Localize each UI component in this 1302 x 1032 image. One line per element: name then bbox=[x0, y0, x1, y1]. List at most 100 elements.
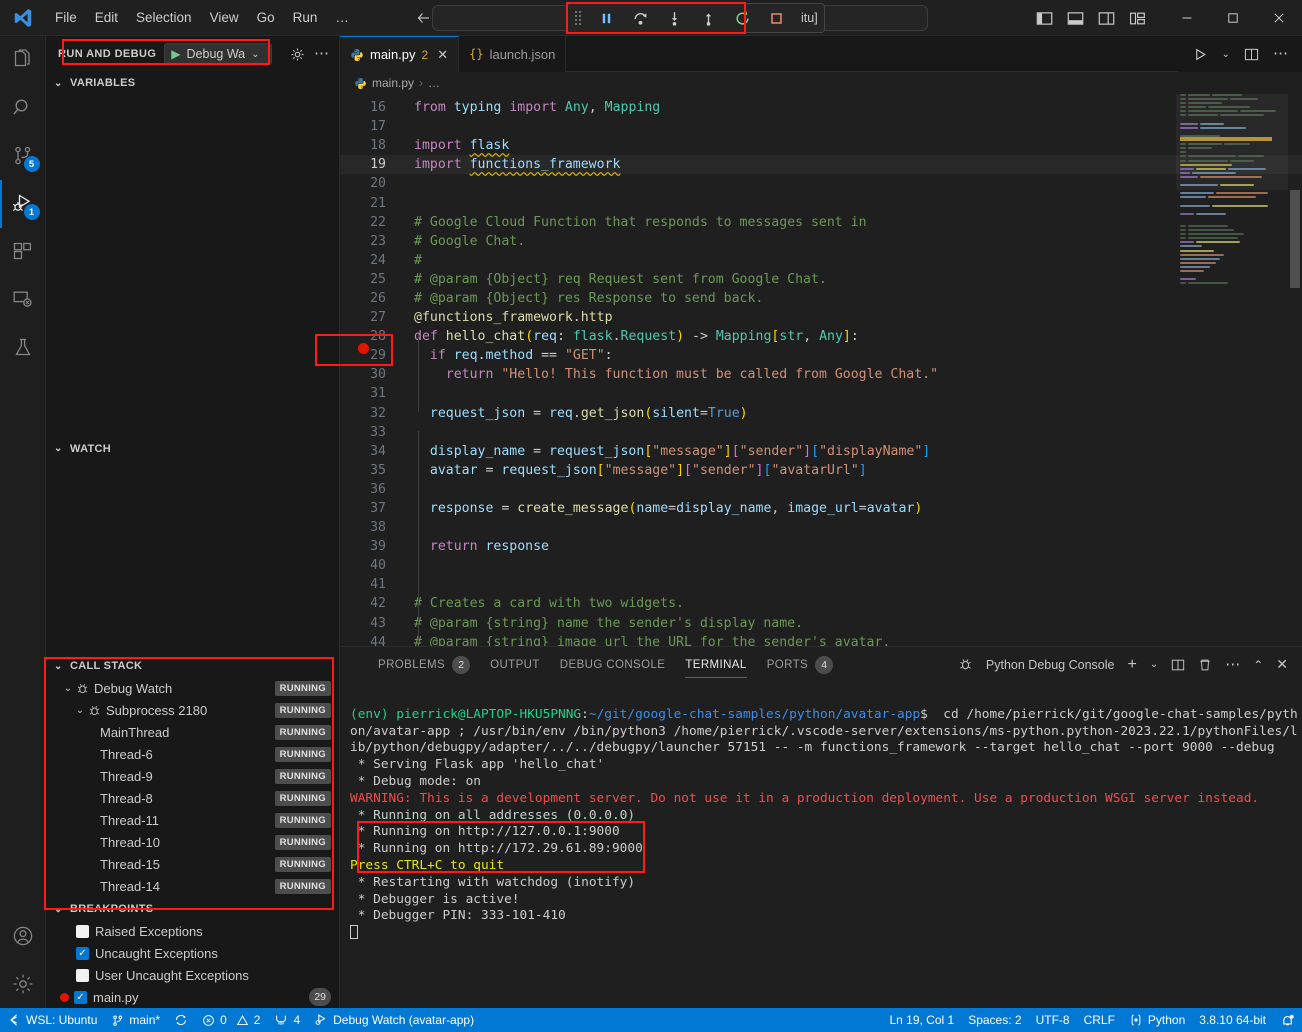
call-stack-row[interactable]: Thread-15 RUNNING bbox=[46, 853, 339, 875]
menu-go[interactable]: Go bbox=[248, 6, 284, 29]
breadcrumb-file[interactable]: main.py bbox=[372, 76, 414, 90]
section-header-call-stack[interactable]: ⌄ CALL STACK bbox=[46, 655, 339, 677]
call-stack-row[interactable]: ⌄ Subprocess 2180 RUNNING bbox=[46, 699, 339, 721]
activity-item-search[interactable] bbox=[0, 84, 46, 132]
section-header-variables[interactable]: ⌄ VARIABLES bbox=[46, 72, 339, 94]
code-editor[interactable]: 16from typing import Any, Mapping 17 18i… bbox=[340, 94, 1302, 646]
chevron-down-icon[interactable]: ⌄ bbox=[1150, 659, 1158, 670]
activity-item-remote-explorer[interactable] bbox=[0, 276, 46, 324]
breadcrumb-symbol[interactable]: … bbox=[428, 76, 440, 90]
activity-item-run-and-debug[interactable]: 1 bbox=[0, 180, 46, 228]
panel-more-actions-icon[interactable]: ⋯ bbox=[1225, 661, 1240, 669]
activity-item-settings[interactable] bbox=[0, 960, 46, 1008]
kill-terminal-icon[interactable] bbox=[1198, 658, 1212, 672]
panel-tab-problems[interactable]: PROBLEMS 2 bbox=[368, 647, 480, 682]
tab-main-py[interactable]: main.py 2 ✕ bbox=[340, 36, 459, 72]
menu-run[interactable]: Run bbox=[284, 6, 327, 29]
editor-more-actions-icon[interactable]: ⋯ bbox=[1273, 50, 1288, 58]
checkbox-unchecked-icon[interactable] bbox=[76, 925, 89, 938]
toggle-panel-icon[interactable] bbox=[1067, 10, 1084, 27]
status-branch[interactable]: main* bbox=[104, 1008, 167, 1032]
open-launch-json-icon[interactable] bbox=[290, 47, 305, 62]
call-stack-row[interactable]: Thread-8 RUNNING bbox=[46, 787, 339, 809]
breakpoint-row-uncaught-exceptions[interactable]: ✓ Uncaught Exceptions bbox=[46, 942, 339, 964]
activity-item-testing[interactable] bbox=[0, 324, 46, 372]
call-stack-row[interactable]: Thread-6 RUNNING bbox=[46, 743, 339, 765]
split-terminal-icon[interactable] bbox=[1171, 658, 1185, 672]
breakpoint-row-main-py[interactable]: ✓ main.py 29 bbox=[46, 986, 339, 1008]
status-sync[interactable] bbox=[167, 1008, 195, 1032]
panel-tab-terminal[interactable]: TERMINAL bbox=[675, 647, 756, 682]
debug-step-into-icon[interactable] bbox=[663, 7, 685, 29]
terminal-output[interactable]: (env) pierrick@LAPTOP-HKU5PNNG:~/git/goo… bbox=[340, 682, 1302, 1008]
split-editor-icon[interactable] bbox=[1244, 47, 1259, 62]
checkbox-unchecked-icon[interactable] bbox=[76, 969, 89, 982]
window-maximize-button[interactable] bbox=[1210, 0, 1256, 36]
menu-more[interactable]: … bbox=[326, 6, 358, 29]
status-encoding[interactable]: UTF-8 bbox=[1029, 1008, 1077, 1032]
minimap[interactable] bbox=[1176, 94, 1288, 646]
activity-item-accounts[interactable] bbox=[0, 912, 46, 960]
terminal-name[interactable]: Python Debug Console bbox=[986, 658, 1115, 672]
menu-edit[interactable]: Edit bbox=[86, 6, 127, 29]
sidebar-more-actions-icon[interactable]: ⋯ bbox=[314, 49, 329, 59]
debug-stop-icon[interactable] bbox=[765, 7, 787, 29]
section-header-breakpoints[interactable]: ⌄ BREAKPOINTS bbox=[46, 898, 339, 920]
close-panel-icon[interactable]: ✕ bbox=[1276, 656, 1288, 673]
code-content[interactable]: 16from typing import Any, Mapping 17 18i… bbox=[340, 94, 1302, 646]
go-back-icon[interactable] bbox=[416, 10, 432, 26]
checkbox-checked-icon[interactable]: ✓ bbox=[76, 947, 89, 960]
maximize-panel-icon[interactable]: ⌃ bbox=[1253, 658, 1263, 672]
window-minimize-button[interactable] bbox=[1164, 0, 1210, 36]
call-stack-row[interactable]: MainThread RUNNING bbox=[46, 721, 339, 743]
breakpoint-row-user-uncaught-exceptions[interactable]: User Uncaught Exceptions bbox=[46, 964, 339, 986]
section-header-watch[interactable]: ⌄ WATCH bbox=[46, 438, 339, 460]
panel-tab-output[interactable]: OUTPUT bbox=[480, 647, 550, 682]
run-python-file-icon[interactable] bbox=[1193, 47, 1208, 62]
customize-layout-icon[interactable] bbox=[1129, 10, 1146, 27]
call-stack-row[interactable]: Thread-9 RUNNING bbox=[46, 765, 339, 787]
status-language-mode[interactable]: Python bbox=[1122, 1008, 1192, 1032]
menu-view[interactable]: View bbox=[201, 6, 248, 29]
toggle-primary-sidebar-icon[interactable] bbox=[1036, 10, 1053, 27]
launch-configuration-dropdown[interactable]: ▶ Debug Wa ⌄ bbox=[164, 43, 272, 65]
call-stack-row[interactable]: ⌄ Debug Watch RUNNING bbox=[46, 677, 339, 699]
menu-selection[interactable]: Selection bbox=[127, 6, 201, 29]
status-notifications[interactable] bbox=[1273, 1008, 1302, 1032]
minimap-slider[interactable] bbox=[1176, 94, 1288, 190]
status-python-interpreter[interactable]: 3.8.10 64-bit bbox=[1192, 1008, 1273, 1032]
status-remote-indicator[interactable]: WSL: Ubuntu bbox=[0, 1008, 104, 1032]
debug-pause-icon[interactable] bbox=[595, 7, 617, 29]
debug-step-out-icon[interactable] bbox=[697, 7, 719, 29]
status-debug-session[interactable]: Debug Watch (avatar-app) bbox=[307, 1008, 481, 1032]
toggle-secondary-sidebar-icon[interactable] bbox=[1098, 10, 1115, 27]
activity-item-explorer[interactable] bbox=[0, 36, 46, 84]
start-debugging-icon[interactable]: ▶ bbox=[171, 47, 180, 61]
checkbox-checked-icon[interactable]: ✓ bbox=[74, 991, 87, 1004]
menu-file[interactable]: File bbox=[46, 6, 86, 29]
editor-breakpoint-dot-icon[interactable] bbox=[358, 343, 369, 354]
panel-tab-debug-console[interactable]: DEBUG CONSOLE bbox=[550, 647, 676, 682]
debug-toolbar-drag-handle[interactable] bbox=[573, 11, 583, 25]
call-stack-row[interactable]: Thread-11 RUNNING bbox=[46, 809, 339, 831]
editor-scrollbar[interactable] bbox=[1288, 94, 1302, 646]
activity-item-extensions[interactable] bbox=[0, 228, 46, 276]
status-eol[interactable]: CRLF bbox=[1077, 1008, 1122, 1032]
status-ports[interactable]: 4 bbox=[267, 1008, 307, 1032]
new-terminal-icon[interactable]: + bbox=[1127, 659, 1136, 671]
chevron-down-icon[interactable]: ⌄ bbox=[251, 49, 259, 60]
chevron-down-icon[interactable]: ⌄ bbox=[1222, 49, 1230, 60]
status-cursor-position[interactable]: Ln 19, Col 1 bbox=[882, 1008, 961, 1032]
window-close-button[interactable] bbox=[1256, 0, 1302, 36]
debug-restart-icon[interactable] bbox=[731, 7, 753, 29]
tab-close-icon[interactable]: ✕ bbox=[437, 47, 448, 63]
scrollbar-thumb[interactable] bbox=[1290, 190, 1300, 288]
chevron-down-icon[interactable]: ⌄ bbox=[60, 683, 76, 694]
activity-item-source-control[interactable]: 5 bbox=[0, 132, 46, 180]
call-stack-row[interactable]: Thread-10 RUNNING bbox=[46, 831, 339, 853]
status-problems[interactable]: 0 2 bbox=[195, 1008, 267, 1032]
panel-tab-ports[interactable]: PORTS 4 bbox=[757, 647, 843, 682]
status-indentation[interactable]: Spaces: 2 bbox=[961, 1008, 1028, 1032]
debug-step-over-icon[interactable] bbox=[629, 7, 651, 29]
chevron-down-icon[interactable]: ⌄ bbox=[72, 705, 88, 716]
